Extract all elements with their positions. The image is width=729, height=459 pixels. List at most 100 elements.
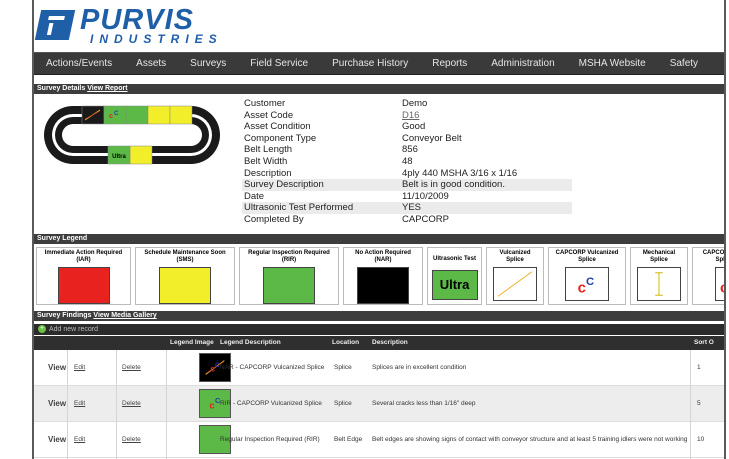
nav-item-safety[interactable]: Safety [658, 58, 710, 69]
description: Several cracks less than 1/16" deep [372, 400, 476, 407]
legend-description: Regular Inspection Required (RIR) [220, 436, 320, 443]
legend-item-capcorp-vulcanized: CAPCORP Vulcanized Splice c C [548, 247, 626, 305]
edit-link[interactable]: Edit [74, 422, 85, 457]
column-divider [166, 350, 167, 459]
survey-details-header: Survey Details View Report [34, 84, 724, 94]
edit-link[interactable]: Edit [74, 386, 85, 421]
add-new-record-link[interactable]: Add new record [49, 326, 98, 333]
view-report-link[interactable]: View Report [87, 85, 127, 92]
main-nav: Actions/Events Assets Surveys Field Serv… [34, 52, 724, 75]
svg-text:c: c [109, 113, 113, 120]
legend-label: Mechanical Splice [642, 250, 676, 263]
asset-code-link[interactable]: D16 [400, 110, 419, 122]
view-button[interactable]: View [48, 350, 66, 385]
survey-findings-header: Survey Findings View Media Gallery [34, 311, 724, 321]
detail-row-customer: Customer Demo [242, 98, 572, 110]
survey-findings-title: Survey Findings [37, 312, 92, 319]
legend-item-nar: No Action Required (NAR) [343, 247, 423, 305]
detail-row-date: Date 11/10/2009 [242, 191, 572, 203]
detail-key: Date [244, 190, 265, 202]
nav-item-assets[interactable]: Assets [124, 58, 178, 69]
detail-key: Belt Width [244, 155, 288, 167]
column-divider [116, 350, 117, 459]
legend-item-vulcanized-splice: Vulcanized Splice [486, 247, 544, 305]
detail-row-belt-length: Belt Length 856 [242, 144, 572, 156]
column-divider [67, 350, 68, 459]
delete-link[interactable]: Delete [122, 422, 141, 457]
svg-text:C: C [114, 111, 119, 117]
delete-link[interactable]: Delete [122, 350, 141, 385]
detail-key: Ultrasonic Test Performed [244, 202, 354, 214]
svg-text:c: c [578, 279, 586, 296]
logo-mark-icon [34, 10, 76, 40]
legend-label: CAPCORP Vulcanized Splice [555, 250, 619, 263]
nav-item-actions-events[interactable]: Actions/Events [34, 58, 124, 69]
detail-key: Customer [244, 98, 286, 109]
findings-table-header: Legend Image Legend Description Location… [34, 336, 724, 350]
nav-item-field-service[interactable]: Field Service [238, 58, 320, 69]
legend-item-capcorp-mechanical: CAPCORP M Spli c [692, 247, 724, 305]
table-row: View Edit Delete c C RIR - CAPCORP Vulca… [34, 386, 724, 422]
legend-label: No Action Required (NAR) [355, 250, 411, 263]
belt-track-diagram: c C Ultra [44, 105, 220, 165]
detail-key: Completed By [244, 213, 304, 225]
nav-item-surveys[interactable]: Surveys [178, 58, 238, 69]
sort-order: 5 [697, 400, 701, 407]
detail-value: 11/10/2009 [402, 190, 449, 202]
detail-value: 48 [402, 155, 413, 167]
legend-label: Vulcanized Splice [499, 250, 531, 263]
location: Splice [334, 400, 352, 407]
nav-item-administration[interactable]: Administration [479, 58, 566, 69]
mechanical-splice-icon [637, 267, 681, 301]
nav-item-reports[interactable]: Reports [420, 58, 479, 69]
legend-description: NAR - CAPCORP Vulcanized Splice [220, 364, 325, 371]
edit-link[interactable]: Edit [74, 350, 85, 385]
description: Splices are in excellent condition [372, 364, 467, 371]
nav-item-purchase-history[interactable]: Purchase History [320, 58, 420, 69]
description: Belt edges are showing signs of contact … [372, 436, 688, 443]
col-legend-description[interactable]: Legend Description [220, 336, 281, 350]
col-legend-image[interactable]: Legend Image [170, 336, 214, 350]
detail-row-survey-description: Survey Description Belt is in good condit… [242, 179, 572, 191]
vulcanized-splice-icon [493, 267, 537, 301]
add-icon[interactable]: + [38, 325, 46, 334]
view-media-gallery-link[interactable]: View Media Gallery [93, 312, 156, 319]
table-row: View Edit Delete Regular Inspection Requ… [34, 422, 724, 458]
detail-value: 856 [402, 144, 418, 156]
col-sort-order[interactable]: Sort O [694, 336, 714, 350]
detail-value: Demo [402, 98, 428, 109]
brand-subtitle: INDUSTRIES [90, 32, 223, 46]
detail-value: Belt is in good condition. [402, 179, 505, 191]
survey-legend-header: Survey Legend [34, 234, 724, 244]
sort-order: 1 [697, 364, 701, 371]
nav-item-msha-website[interactable]: MSHA Website [567, 58, 658, 69]
view-button[interactable]: View [48, 422, 66, 457]
legend-item-ultrasonic: Ultrasonic Test Ultra [427, 247, 482, 305]
detail-key: Asset Code [244, 109, 294, 121]
capcorp-logo-icon: c [715, 267, 724, 301]
detail-value: Good [402, 121, 426, 133]
detail-row-asset-code: Asset Code D16 [242, 110, 572, 122]
table-row: View Edit Delete c C NAR - CAPCORP Vulca… [34, 350, 724, 386]
col-location[interactable]: Location [332, 336, 359, 350]
delete-link[interactable]: Delete [122, 386, 141, 421]
view-button[interactable]: View [48, 386, 66, 421]
sort-order: 10 [697, 436, 705, 443]
legend-label: Immediate Action Required (IAR) [44, 250, 123, 263]
legend-swatch-red [57, 267, 110, 304]
detail-row-component-type: Component Type Conveyor Belt [242, 133, 572, 145]
legend-item-mechanical-splice: Mechanical Splice [630, 247, 688, 305]
app-frame: PURVIS INDUSTRIES Actions/Events Assets … [32, 0, 726, 459]
track-ultra-label: Ultra [112, 154, 126, 160]
location: Splice [334, 364, 352, 371]
col-description[interactable]: Description [372, 336, 408, 350]
legend-swatch-black [357, 267, 409, 304]
detail-key: Asset Condition [244, 121, 311, 133]
svg-text:c: c [209, 401, 214, 411]
column-divider [690, 350, 691, 459]
detail-row-completed-by: Completed By CAPCORP [242, 214, 572, 226]
legend-label: Schedule Maintenance Soon (SMS) [144, 250, 226, 263]
svg-text:C: C [586, 276, 594, 288]
detail-row-asset-condition: Asset Condition Good [242, 121, 572, 133]
detail-row-ultrasonic: Ultrasonic Test Performed YES [242, 202, 572, 214]
